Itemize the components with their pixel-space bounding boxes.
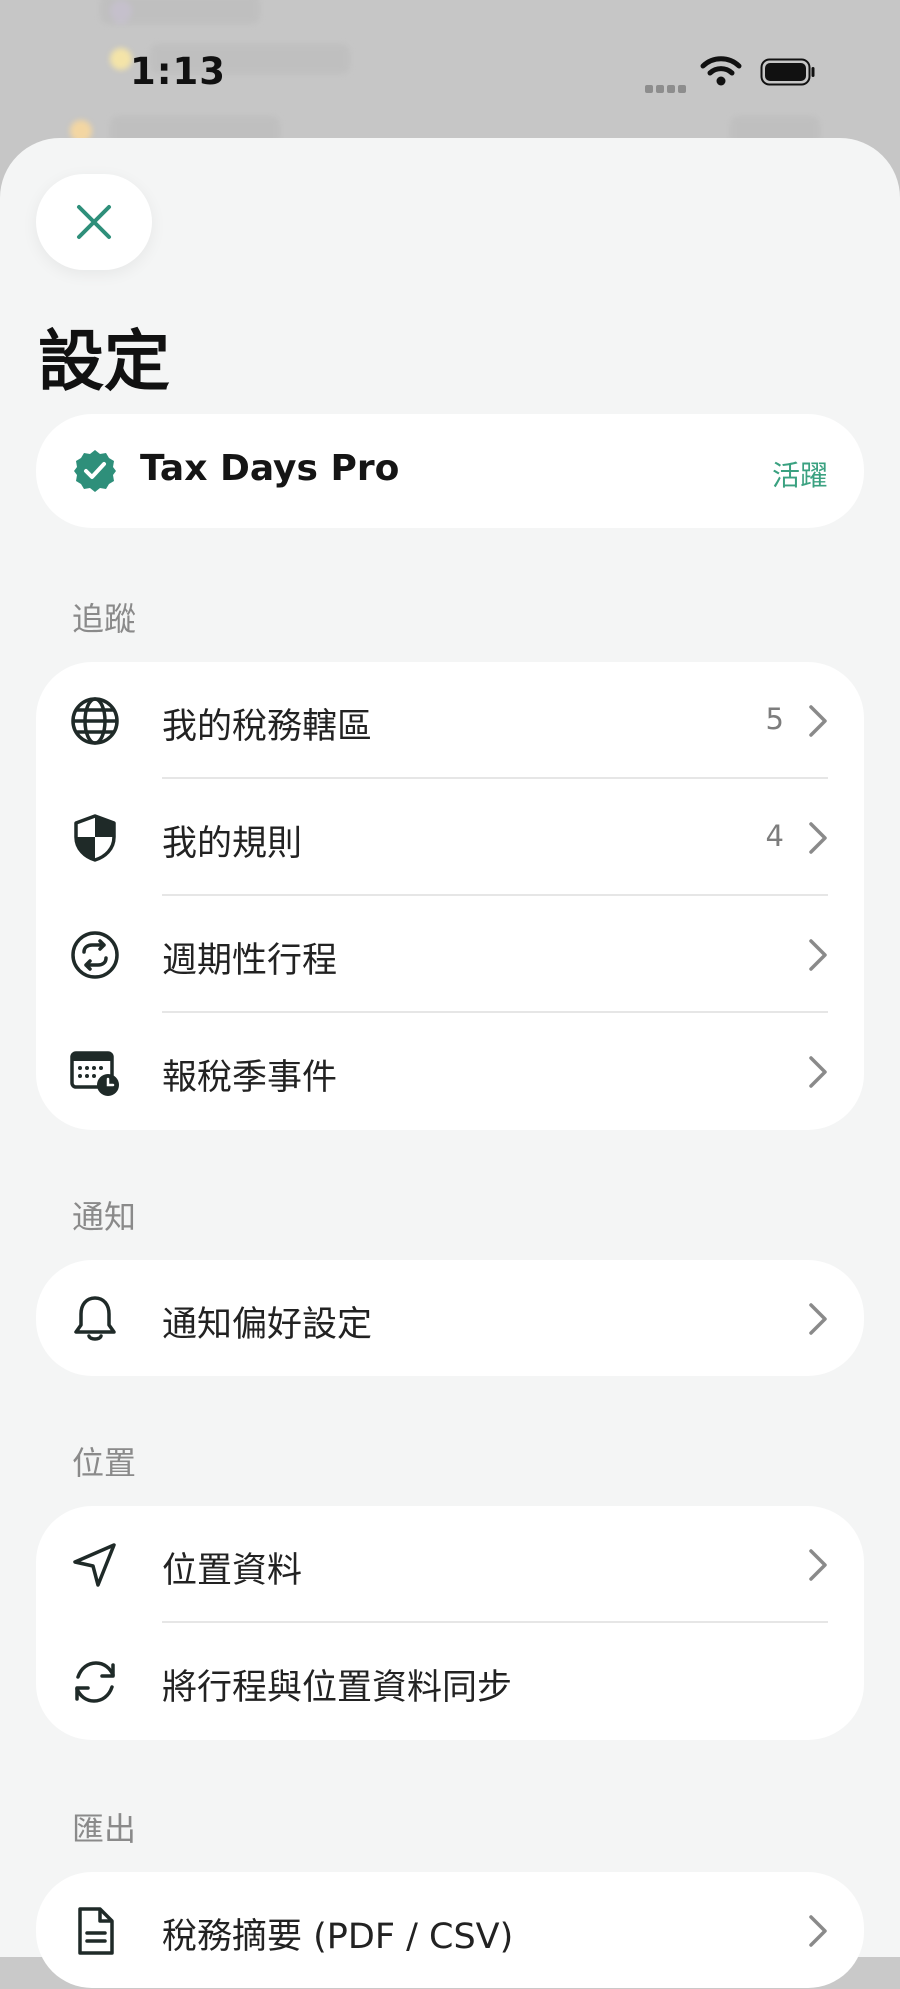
chevron-right-icon <box>809 1915 827 1947</box>
chevron-right-icon <box>809 939 827 971</box>
calendar-clock-icon <box>70 1051 119 1096</box>
row-count: 4 <box>765 819 784 853</box>
pro-subscription-card[interactable]: Tax Days Pro 活躍 <box>36 414 864 528</box>
repeat-icon <box>71 931 119 979</box>
shield-icon <box>74 814 116 862</box>
battery-icon <box>760 58 815 86</box>
close-icon <box>77 205 111 239</box>
pro-title: Tax Days Pro <box>140 448 400 489</box>
row-label: 我的稅務轄區 <box>162 707 373 747</box>
row-sync-trips-location[interactable]: 將行程與位置資料同步 <box>36 1623 864 1740</box>
chevron-right-icon <box>809 1303 827 1335</box>
chevron-right-icon <box>809 1056 827 1088</box>
row-label: 將行程與位置資料同步 <box>162 1668 513 1708</box>
row-count: 5 <box>765 702 784 736</box>
document-icon <box>78 1907 114 1955</box>
row-label: 稅務摘要 (PDF / CSV) <box>162 1917 514 1957</box>
bell-icon <box>74 1296 116 1341</box>
row-location-data[interactable]: 位置資料 <box>36 1506 864 1623</box>
page-title: 設定 <box>38 323 170 400</box>
row-label: 我的規則 <box>162 824 303 864</box>
chevron-right-icon <box>809 705 827 737</box>
close-button[interactable] <box>36 174 152 270</box>
row-label: 通知偏好設定 <box>162 1305 373 1345</box>
row-my-rules[interactable]: 我的規則 4 <box>36 779 864 896</box>
row-tax-season-events[interactable]: 報稅季事件 <box>36 1013 864 1130</box>
status-badge: 活躍 <box>771 459 828 492</box>
export-card: 稅務摘要 (PDF / CSV) <box>36 1872 864 1988</box>
row-label: 位置資料 <box>162 1551 303 1591</box>
location-card: 位置資料 將行程與位置資料同步 <box>36 1506 864 1740</box>
chevron-right-icon <box>809 822 827 854</box>
section-label-notifications: 通知 <box>72 1198 137 1236</box>
section-label-location: 位置 <box>72 1444 137 1482</box>
status-bar: 1:13 <box>0 0 900 140</box>
row-tax-jurisdictions[interactable]: 我的稅務轄區 5 <box>36 662 864 779</box>
location-arrow-icon <box>73 1543 116 1587</box>
cellular-signal-icon <box>645 78 689 97</box>
row-tax-summary-export[interactable]: 稅務摘要 (PDF / CSV) <box>36 1872 864 1989</box>
section-label-tracking: 追蹤 <box>72 600 137 638</box>
settings-sheet: 設定 Tax Days Pro 活躍 追蹤 我的稅務轄區 5 我的規則 4 週期… <box>0 138 900 1988</box>
section-label-export: 匯出 <box>72 1810 137 1848</box>
row-notification-preferences[interactable]: 通知偏好設定 <box>36 1260 864 1377</box>
globe-icon <box>71 697 119 745</box>
notifications-card: 通知偏好設定 <box>36 1260 864 1376</box>
chevron-right-icon <box>809 1549 827 1581</box>
verified-badge-icon <box>74 450 116 492</box>
tracking-card: 我的稅務轄區 5 我的規則 4 週期性行程 報稅季事件 <box>36 662 864 1130</box>
status-time: 1:13 <box>130 50 227 93</box>
row-label: 報稅季事件 <box>162 1058 338 1098</box>
wifi-icon <box>700 56 742 86</box>
sync-icon <box>75 1661 115 1703</box>
row-label: 週期性行程 <box>162 941 338 981</box>
row-recurring-trips[interactable]: 週期性行程 <box>36 896 864 1013</box>
